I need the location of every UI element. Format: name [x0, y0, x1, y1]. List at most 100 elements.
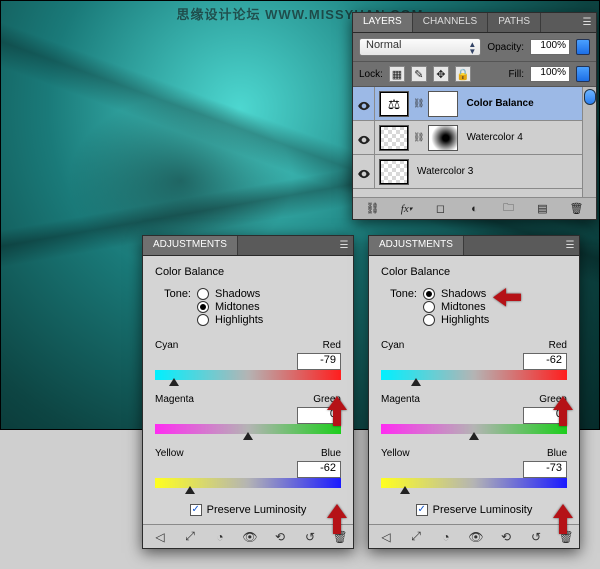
radio-midtones[interactable] [197, 301, 209, 313]
annotation-arrow-icon [493, 288, 521, 308]
tone-label: Tone: [155, 288, 191, 300]
layer-name[interactable]: Color Balance [462, 98, 596, 109]
panel-menu-icon[interactable]: ☰ [561, 236, 579, 255]
adjustments-footer: ◁ ⤢ ◔ 👁 ⟲ ↺ 🗑 [369, 524, 579, 548]
fx-icon[interactable]: fx▾ [391, 201, 422, 217]
blend-mode-value: Normal [366, 39, 401, 51]
slider-cyan-red: CyanRed -79 [155, 340, 341, 380]
checkbox-icon[interactable]: ✓ [190, 504, 202, 516]
reset-icon[interactable]: ↺ [295, 528, 325, 546]
lock-paint-icon[interactable]: ✎ [411, 66, 427, 82]
fill-flyout-icon[interactable] [576, 66, 590, 82]
trash-icon[interactable]: 🗑 [561, 201, 592, 217]
radio-label[interactable]: Shadows [441, 288, 486, 300]
lock-all-icon[interactable]: 🔒 [455, 66, 471, 82]
visibility-icon[interactable]: 👁 [235, 528, 265, 546]
adjustments-panel-left: ADJUSTMENTS ☰ Color Balance Tone: Shadow… [142, 235, 354, 549]
opacity-flyout-icon[interactable] [576, 39, 590, 55]
annotation-arrow-icon [327, 504, 347, 534]
radio-shadows[interactable] [423, 288, 435, 300]
layer-row[interactable]: ⚖ ⛓ Color Balance [353, 87, 596, 121]
lock-transparency-icon[interactable]: ▦ [389, 66, 405, 82]
radio-label[interactable]: Midtones [215, 301, 260, 313]
tab-adjustments[interactable]: ADJUSTMENTS [143, 236, 238, 255]
new-group-icon[interactable]: 🗀 [493, 201, 524, 217]
opacity-field[interactable]: 100% [530, 39, 570, 55]
visibility-icon[interactable] [357, 99, 371, 109]
slider-track[interactable] [381, 478, 567, 488]
layer-row[interactable]: Watercolor 3 [353, 155, 596, 189]
layer-mask-thumb[interactable] [428, 91, 458, 117]
adjustment-type-title: Color Balance [381, 266, 567, 278]
slider-handle[interactable] [411, 378, 421, 386]
slider-track[interactable] [155, 370, 341, 380]
preserve-luminosity-row[interactable]: ✓ Preserve Luminosity [381, 504, 567, 516]
layers-scrollbar[interactable] [582, 87, 596, 197]
radio-label[interactable]: Highlights [215, 314, 263, 326]
slider-value-field[interactable]: -73 [523, 461, 567, 478]
annotation-arrow-icon [553, 396, 573, 426]
slider-track[interactable] [155, 478, 341, 488]
link-layers-icon[interactable]: ⛓ [357, 201, 388, 217]
layer-name[interactable]: Watercolor 4 [462, 132, 596, 143]
previous-state-icon[interactable]: ⟲ [265, 528, 295, 546]
add-mask-icon[interactable]: ◻ [425, 201, 456, 217]
slider-handle[interactable] [400, 486, 410, 494]
slider-track[interactable] [381, 370, 567, 380]
previous-state-icon[interactable]: ⟲ [491, 528, 521, 546]
slider-left-label: Yellow [381, 448, 410, 459]
preserve-label: Preserve Luminosity [207, 504, 307, 516]
slider-handle[interactable] [185, 486, 195, 494]
layer-mask-thumb[interactable] [428, 125, 458, 151]
blend-mode-select[interactable]: Normal ▲▼ [359, 38, 481, 56]
reset-icon[interactable]: ↺ [521, 528, 551, 546]
tab-channels[interactable]: CHANNELS [413, 13, 488, 32]
slider-value-field[interactable]: -79 [297, 353, 341, 370]
link-mask-icon[interactable]: ⛓ [413, 98, 424, 109]
radio-shadows[interactable] [197, 288, 209, 300]
visibility-icon[interactable]: 👁 [461, 528, 491, 546]
slider-track[interactable] [381, 424, 567, 434]
radio-label[interactable]: Shadows [215, 288, 260, 300]
slider-track[interactable] [155, 424, 341, 434]
visibility-icon[interactable] [357, 167, 371, 177]
visibility-icon[interactable] [357, 133, 371, 143]
layer-name[interactable]: Watercolor 3 [413, 166, 596, 177]
preserve-luminosity-row[interactable]: ✓ Preserve Luminosity [155, 504, 341, 516]
layers-footer: ⛓ fx▾ ◻ ◐ 🗀 ▤ 🗑 [353, 197, 596, 219]
layer-thumb [379, 125, 409, 151]
lock-move-icon[interactable]: ✥ [433, 66, 449, 82]
slider-handle[interactable] [243, 432, 253, 440]
back-icon[interactable]: ◁ [145, 528, 175, 546]
tab-adjustments[interactable]: ADJUSTMENTS [369, 236, 464, 255]
clip-icon[interactable]: ◔ [205, 528, 235, 546]
radio-highlights[interactable] [423, 314, 435, 326]
adjustment-type-title: Color Balance [155, 266, 341, 278]
panel-tab-strip: LAYERS CHANNELS PATHS ☰ [353, 13, 596, 33]
layer-row[interactable]: ⛓ Watercolor 4 [353, 121, 596, 155]
link-mask-icon[interactable]: ⛓ [413, 132, 424, 143]
radio-label[interactable]: Highlights [441, 314, 489, 326]
clip-icon[interactable]: ◔ [431, 528, 461, 546]
panel-menu-icon[interactable]: ☰ [578, 13, 596, 32]
slider-value-field[interactable]: -62 [297, 461, 341, 478]
new-adjustment-icon[interactable]: ◐ [459, 201, 490, 217]
panel-menu-icon[interactable]: ☰ [335, 236, 353, 255]
fill-field[interactable]: 100% [530, 66, 570, 82]
slider-value-field[interactable]: -62 [523, 353, 567, 370]
lock-label: Lock: [359, 69, 383, 80]
checkbox-icon[interactable]: ✓ [416, 504, 428, 516]
new-layer-icon[interactable]: ▤ [527, 201, 558, 217]
radio-midtones[interactable] [423, 301, 435, 313]
slider-handle[interactable] [469, 432, 479, 440]
back-icon[interactable]: ◁ [371, 528, 401, 546]
expand-icon[interactable]: ⤢ [401, 528, 431, 546]
tab-paths[interactable]: PATHS [488, 13, 541, 32]
expand-icon[interactable]: ⤢ [175, 528, 205, 546]
slider-handle[interactable] [169, 378, 179, 386]
radio-label[interactable]: Midtones [441, 301, 486, 313]
adjustment-thumb-icon: ⚖ [379, 91, 409, 117]
tab-layers[interactable]: LAYERS [353, 13, 413, 32]
radio-highlights[interactable] [197, 314, 209, 326]
slider-right-label: Blue [321, 448, 341, 459]
